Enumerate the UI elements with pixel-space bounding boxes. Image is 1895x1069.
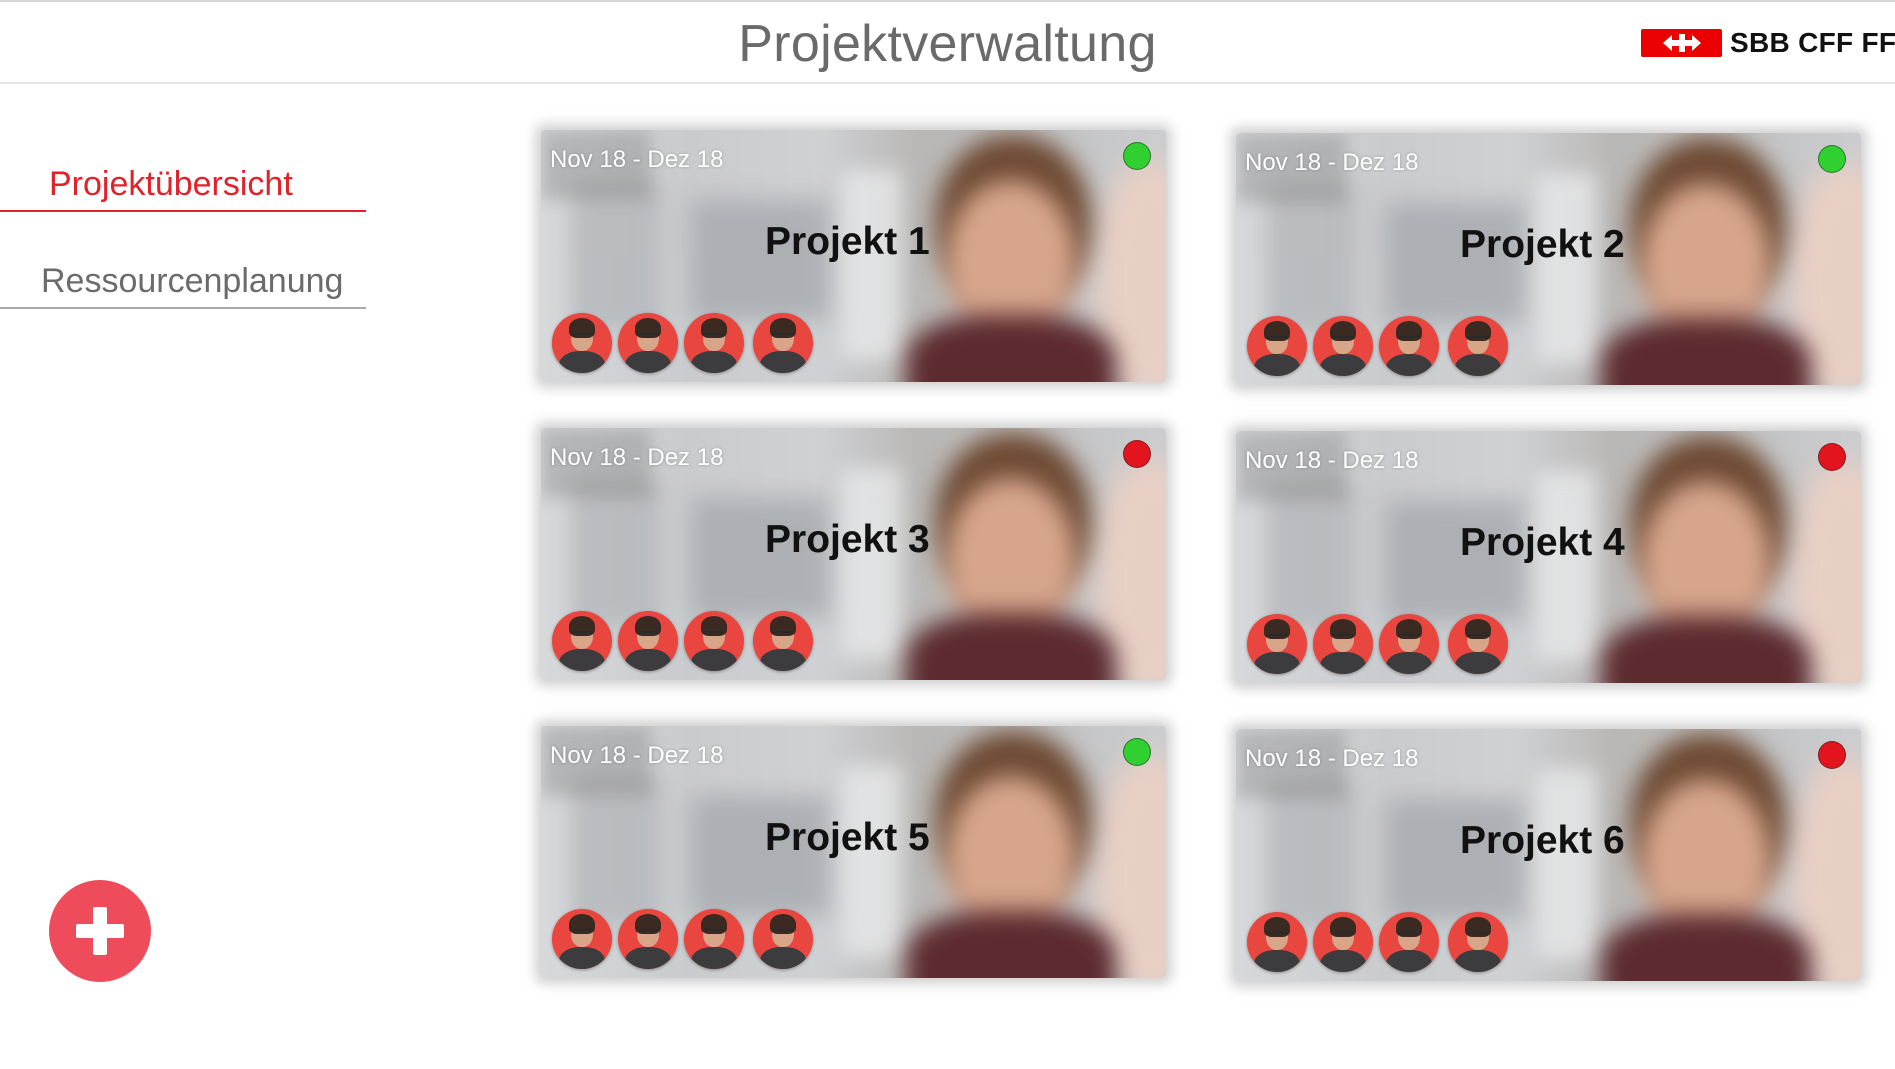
sbb-logo: SBB CFF FFS [1641, 27, 1895, 58]
project-title: Projekt 3 [765, 518, 930, 561]
avatar[interactable] [1379, 614, 1439, 674]
avatar[interactable] [684, 611, 744, 671]
team-members [552, 611, 819, 671]
sidebar-item-label: Projektübersicht [49, 165, 293, 203]
avatar[interactable] [1247, 912, 1307, 972]
avatar[interactable] [1448, 912, 1508, 972]
avatar[interactable] [684, 909, 744, 969]
avatar[interactable] [753, 313, 813, 373]
status-indicator [1123, 440, 1151, 468]
team-members [552, 313, 819, 373]
project-dates: Nov 18 - Dez 18 [1245, 447, 1419, 474]
avatar[interactable] [552, 611, 612, 671]
avatar[interactable] [1448, 316, 1508, 376]
project-title: Projekt 4 [1460, 521, 1625, 564]
avatar[interactable] [1448, 614, 1508, 674]
avatar[interactable] [552, 909, 612, 969]
avatar[interactable] [1313, 912, 1373, 972]
project-dates: Nov 18 - Dez 18 [550, 444, 724, 471]
project-dates: Nov 18 - Dez 18 [550, 146, 724, 173]
project-dates: Nov 18 - Dez 18 [1245, 745, 1419, 772]
plus-icon [76, 907, 124, 955]
avatar[interactable] [1379, 912, 1439, 972]
avatar[interactable] [753, 611, 813, 671]
status-indicator [1123, 142, 1151, 170]
avatar[interactable] [618, 313, 678, 373]
avatar[interactable] [1379, 316, 1439, 376]
project-title: Projekt 6 [1460, 819, 1625, 862]
sidebar-item-label: Ressourcenplanung [41, 262, 344, 300]
logo-text: SBB CFF FFS [1730, 27, 1895, 58]
project-card[interactable]: Nov 18 - Dez 18 Projekt 5 [541, 726, 1166, 978]
sbb-arrows-icon [1641, 29, 1722, 57]
avatar[interactable] [684, 313, 744, 373]
project-card[interactable]: Nov 18 - Dez 18 Projekt 4 [1236, 431, 1861, 683]
avatar[interactable] [618, 611, 678, 671]
team-members [552, 909, 819, 969]
team-members [1247, 316, 1514, 376]
add-project-button[interactable] [49, 880, 151, 982]
avatar[interactable] [1313, 614, 1373, 674]
sidebar-item-ressourcenplanung[interactable]: Ressourcenplanung [0, 262, 366, 309]
avatar[interactable] [1247, 614, 1307, 674]
project-title: Projekt 5 [765, 816, 930, 859]
project-dates: Nov 18 - Dez 18 [550, 742, 724, 769]
avatar[interactable] [753, 909, 813, 969]
project-title: Projekt 1 [765, 220, 930, 263]
team-members [1247, 614, 1514, 674]
project-dates: Nov 18 - Dez 18 [1245, 149, 1419, 176]
status-indicator [1818, 443, 1846, 471]
project-card[interactable]: Nov 18 - Dez 18 Projekt 1 [541, 130, 1166, 382]
project-title: Projekt 2 [1460, 223, 1625, 266]
status-indicator [1123, 738, 1151, 766]
status-indicator [1818, 741, 1846, 769]
status-indicator [1818, 145, 1846, 173]
team-members [1247, 912, 1514, 972]
header: Projektverwaltung SBB CFF FFS [0, 0, 1895, 84]
sidebar-item-projektuebersicht[interactable]: Projektübersicht [0, 165, 366, 212]
page-title: Projektverwaltung [738, 15, 1157, 73]
project-card[interactable]: Nov 18 - Dez 18 Projekt 3 [541, 428, 1166, 680]
avatar[interactable] [552, 313, 612, 373]
project-card[interactable]: Nov 18 - Dez 18 Projekt 2 [1236, 133, 1861, 385]
avatar[interactable] [1247, 316, 1307, 376]
avatar[interactable] [618, 909, 678, 969]
project-card[interactable]: Nov 18 - Dez 18 Projekt 6 [1236, 729, 1861, 981]
avatar[interactable] [1313, 316, 1373, 376]
